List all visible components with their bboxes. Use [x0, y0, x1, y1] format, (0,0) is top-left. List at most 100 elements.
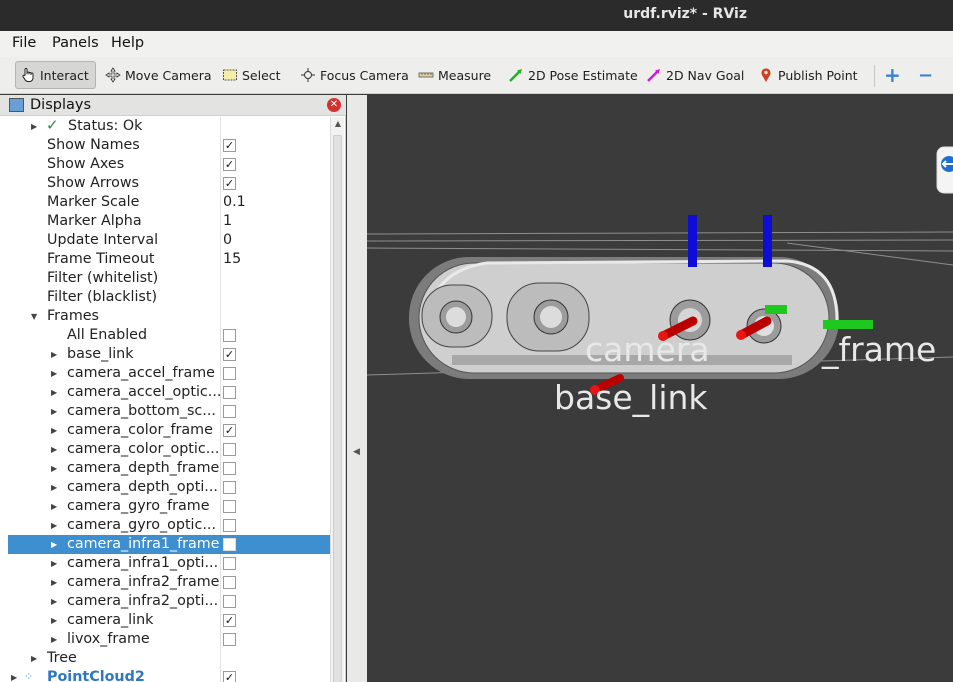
menu-help[interactable]: Help: [111, 35, 144, 51]
frame-checkbox[interactable]: [223, 367, 236, 380]
row-label: Tree: [47, 650, 77, 666]
publish-point-button[interactable]: Publish Point: [758, 61, 858, 89]
tree-row-frame[interactable]: ▶ camera_infra2_frame: [8, 573, 330, 592]
tree-row-marker-alpha[interactable]: Marker Alpha 1: [8, 212, 330, 231]
tree-row-frame[interactable]: ▶ camera_link ✓: [8, 611, 330, 630]
frame-checkbox[interactable]: [223, 557, 236, 570]
view-badge[interactable]: [936, 146, 953, 194]
expand-arrow-icon[interactable]: ▶: [51, 421, 57, 440]
expand-arrow-icon[interactable]: ▶: [51, 535, 57, 554]
expand-arrow-icon[interactable]: ▶: [51, 459, 57, 478]
marker-scale-value[interactable]: 0.1: [223, 194, 246, 210]
expand-arrow-icon[interactable]: ▶: [51, 478, 57, 497]
expand-arrow-icon[interactable]: ▶: [51, 364, 57, 383]
frame-checkbox[interactable]: [223, 405, 236, 418]
tree-row-frame[interactable]: ▶ camera_gyro_optic...: [8, 516, 330, 535]
tree-row-marker-scale[interactable]: Marker Scale 0.1: [8, 193, 330, 212]
select-button[interactable]: Select: [222, 61, 281, 89]
measure-button[interactable]: Measure: [418, 61, 491, 89]
expand-arrow-icon[interactable]: ▶: [51, 611, 57, 630]
marker-alpha-value[interactable]: 1: [223, 213, 232, 229]
3d-viewport[interactable]: camera _frame base_link: [367, 95, 953, 682]
frame-checkbox[interactable]: [223, 443, 236, 456]
frame-checkbox[interactable]: [223, 481, 236, 494]
expand-arrow-icon[interactable]: ▶: [51, 554, 57, 573]
tree-row-frame[interactable]: ▶ camera_color_optic...: [8, 440, 330, 459]
frame-checkbox[interactable]: [223, 633, 236, 646]
panel-splitter[interactable]: ◀: [347, 95, 367, 682]
expand-arrow-icon[interactable]: ▶: [51, 592, 57, 611]
tree-row-all-enabled[interactable]: All Enabled: [8, 326, 330, 345]
tree-row-show-names[interactable]: Show Names ✓: [8, 136, 330, 155]
expand-arrow-icon[interactable]: ▶: [11, 668, 17, 682]
scroll-thumb[interactable]: [333, 135, 342, 682]
tree-row-status[interactable]: ▶ ✓ Status: Ok: [8, 117, 330, 136]
frame-checkbox[interactable]: [223, 500, 236, 513]
tree-row-frames[interactable]: ▼ Frames: [8, 307, 330, 326]
frame-checkbox[interactable]: [223, 519, 236, 532]
expand-arrow-icon[interactable]: ▶: [51, 383, 57, 402]
tree-row-filter-blacklist[interactable]: Filter (blacklist): [8, 288, 330, 307]
tree-row-update-interval[interactable]: Update Interval 0: [8, 231, 330, 250]
all-enabled-checkbox[interactable]: [223, 329, 236, 342]
tree-row-frame[interactable]: ▶ camera_gyro_frame: [8, 497, 330, 516]
expand-arrow-icon[interactable]: ▶: [51, 440, 57, 459]
row-label: camera_infra2_opti...: [67, 593, 219, 609]
expand-arrow-icon[interactable]: ▶: [51, 630, 57, 649]
expand-arrow-icon[interactable]: ▶: [51, 402, 57, 421]
focus-camera-button[interactable]: Focus Camera: [300, 61, 409, 89]
move-camera-button[interactable]: Move Camera: [105, 61, 212, 89]
tree-row-frame[interactable]: ▶ camera_infra2_opti...: [8, 592, 330, 611]
row-label: camera_accel_optic...: [67, 384, 222, 400]
frame-checkbox[interactable]: [223, 538, 236, 551]
tree-row-frame-timeout[interactable]: Frame Timeout 15: [8, 250, 330, 269]
expand-arrow-icon[interactable]: ▶: [31, 649, 37, 668]
show-axes-checkbox[interactable]: ✓: [223, 158, 236, 171]
row-label: camera_depth_opti...: [67, 479, 218, 495]
frame-checkbox[interactable]: [223, 576, 236, 589]
scroll-up-arrow-icon[interactable]: ▲: [331, 117, 345, 131]
frame-checkbox[interactable]: [223, 462, 236, 475]
2d-pose-estimate-button[interactable]: 2D Pose Estimate: [508, 61, 638, 89]
menu-panels[interactable]: Panels: [52, 35, 99, 51]
pointcloud2-checkbox[interactable]: ✓: [223, 671, 236, 682]
tree-row-pointcloud2[interactable]: ▶ ⁘ PointCloud2 ✓: [8, 668, 330, 682]
tree-row-frame[interactable]: ▶ base_link ✓: [8, 345, 330, 364]
tree-row-show-arrows[interactable]: Show Arrows ✓: [8, 174, 330, 193]
show-names-checkbox[interactable]: ✓: [223, 139, 236, 152]
frame-checkbox[interactable]: [223, 386, 236, 399]
frame-checkbox[interactable]: ✓: [223, 424, 236, 437]
tree-row-frame[interactable]: ▶ camera_depth_opti...: [8, 478, 330, 497]
tree-row-frame[interactable]: ▶ camera_bottom_sc...: [8, 402, 330, 421]
expand-arrow-icon[interactable]: ▶: [51, 345, 57, 364]
add-tool-button[interactable]: +: [884, 61, 901, 89]
interact-button[interactable]: Interact: [15, 61, 96, 89]
tree-row-frame[interactable]: ▶ livox_frame: [8, 630, 330, 649]
tree-row-frame[interactable]: ▶ camera_accel_optic...: [8, 383, 330, 402]
menu-file[interactable]: File: [12, 35, 36, 51]
remove-tool-button[interactable]: −: [918, 61, 933, 89]
tree-row-frame[interactable]: ▶ camera_infra1_opti...: [8, 554, 330, 573]
frame-timeout-value[interactable]: 15: [223, 251, 241, 267]
frame-checkbox[interactable]: ✓: [223, 614, 236, 627]
update-interval-value[interactable]: 0: [223, 232, 232, 248]
collapse-arrow-icon[interactable]: ▼: [31, 307, 37, 326]
show-arrows-checkbox[interactable]: ✓: [223, 177, 236, 190]
collapse-left-icon[interactable]: ◀: [353, 447, 360, 457]
frame-checkbox[interactable]: [223, 595, 236, 608]
2d-nav-goal-button[interactable]: 2D Nav Goal: [646, 61, 744, 89]
expand-arrow-icon[interactable]: ▶: [51, 573, 57, 592]
tree-row-frame[interactable]: ▶ camera_depth_frame: [8, 459, 330, 478]
tree-row-show-axes[interactable]: Show Axes ✓: [8, 155, 330, 174]
close-icon[interactable]: ✕: [327, 98, 341, 112]
tree-row-frame[interactable]: ▶ camera_color_frame ✓: [8, 421, 330, 440]
tree-row-filter-whitelist[interactable]: Filter (whitelist): [8, 269, 330, 288]
expand-arrow-icon[interactable]: ▶: [51, 497, 57, 516]
frame-checkbox[interactable]: ✓: [223, 348, 236, 361]
tree-row-frame[interactable]: ▶ camera_accel_frame: [8, 364, 330, 383]
expand-arrow-icon[interactable]: ▶: [51, 516, 57, 535]
displays-scrollbar[interactable]: ▲: [330, 117, 344, 682]
tree-row-frame-selected[interactable]: ▶ camera_infra1_frame: [8, 535, 330, 554]
expand-arrow-icon[interactable]: ▶: [31, 117, 37, 136]
tree-row-tree[interactable]: ▶ Tree: [8, 649, 330, 668]
